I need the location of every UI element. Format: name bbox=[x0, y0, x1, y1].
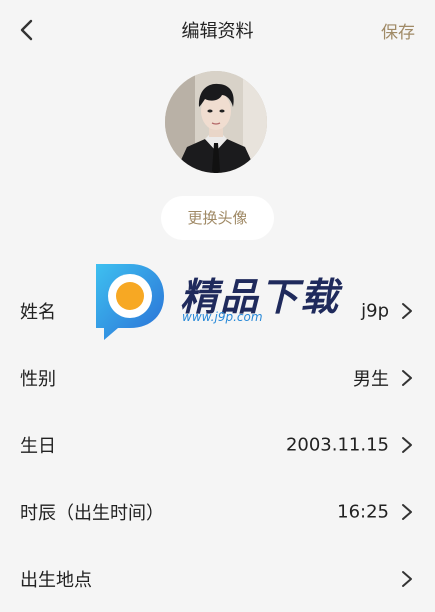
row-label: 姓名 bbox=[20, 301, 56, 323]
row-value: j9p bbox=[361, 300, 389, 321]
row-label: 时辰（出生时间） bbox=[20, 502, 164, 524]
change-avatar-button[interactable]: 更换头像 bbox=[161, 196, 274, 240]
row-name[interactable]: 姓名 j9p bbox=[0, 277, 435, 344]
row-value: 16:25 bbox=[337, 501, 389, 522]
row-gender[interactable]: 性别 男生 bbox=[0, 344, 435, 411]
row-birth-place[interactable]: 出生地点 bbox=[0, 545, 435, 612]
avatar[interactable] bbox=[165, 71, 267, 173]
chevron-right-icon bbox=[401, 503, 413, 521]
save-button[interactable]: 保存 bbox=[381, 18, 415, 43]
row-value: 男生 bbox=[353, 368, 389, 390]
profile-fields: 姓名 j9p 性别 男生 生日 2003.11.15 时辰（出生时间） 16:2… bbox=[0, 277, 435, 612]
page-title: 编辑资料 bbox=[181, 21, 254, 42]
row-birth-time[interactable]: 时辰（出生时间） 16:25 bbox=[0, 478, 435, 545]
row-label: 出生地点 bbox=[20, 569, 92, 591]
row-label: 性别 bbox=[20, 368, 56, 390]
chevron-right-icon bbox=[401, 570, 413, 588]
chevron-right-icon bbox=[401, 302, 413, 320]
chevron-right-icon bbox=[401, 436, 413, 454]
row-label: 生日 bbox=[20, 435, 56, 457]
row-value: 2003.11.15 bbox=[285, 434, 389, 455]
row-birthday[interactable]: 生日 2003.11.15 bbox=[0, 411, 435, 478]
header: 编辑资料 保存 bbox=[0, 0, 435, 58]
chevron-right-icon bbox=[401, 369, 413, 387]
